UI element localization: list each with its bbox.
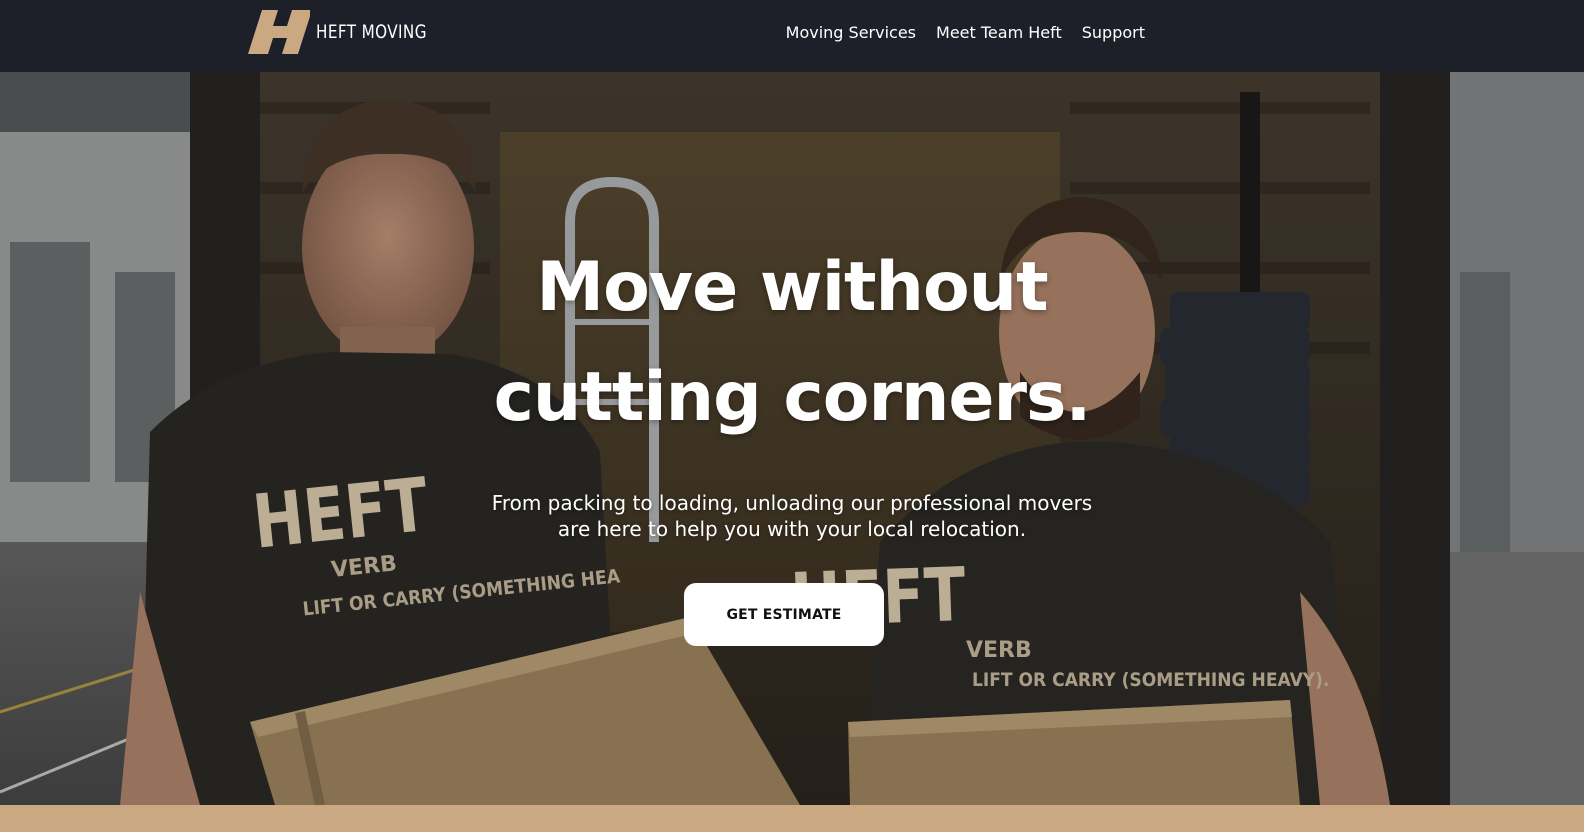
- hero-subtitle: From packing to loading, unloading our p…: [442, 490, 1142, 542]
- hero-subtitle-line2: are here to help you with your local rel…: [557, 517, 1027, 541]
- main-nav: Moving Services Meet Team Heft Support: [786, 22, 1145, 44]
- brand-logo[interactable]: HEFT MOVING: [248, 10, 455, 54]
- accent-band: [0, 805, 1584, 832]
- top-navbar: HEFT MOVING Moving Services Meet Team He…: [0, 0, 1584, 72]
- nav-meet-team-heft[interactable]: Meet Team Heft: [936, 22, 1062, 44]
- hero-section: HEFT VERB LIFT OR CARRY (SOMETHING HEA H…: [0, 72, 1584, 805]
- hero-overlay: [0, 72, 1584, 805]
- hero-headline-line2: cutting corners.: [493, 358, 1092, 437]
- heft-h-logo-icon: [248, 10, 310, 54]
- nav-support[interactable]: Support: [1082, 22, 1145, 44]
- hero-subtitle-line1: From packing to loading, unloading our p…: [491, 491, 1093, 515]
- brand-name: HEFT MOVING: [316, 21, 427, 43]
- hero-headline-line1: Move without: [536, 248, 1048, 327]
- get-estimate-button[interactable]: GET ESTIMATE: [684, 583, 884, 646]
- nav-moving-services[interactable]: Moving Services: [786, 22, 916, 44]
